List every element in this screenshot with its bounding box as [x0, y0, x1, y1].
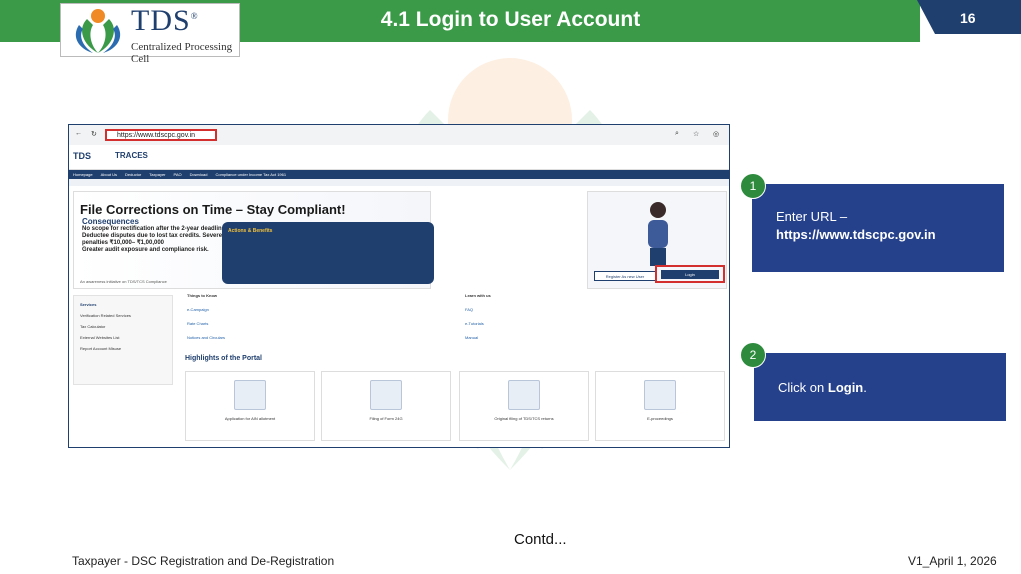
tds-emblem-icon [75, 9, 121, 53]
highlight-card[interactable]: Original filing of TDS/TCS returns [459, 371, 589, 441]
logo-subtitle: Centralized Processing Cell [131, 41, 233, 65]
nav-item[interactable]: Deductor [125, 172, 141, 177]
step-1-callout: Enter URL – https://www.tdscpc.gov.in [752, 184, 1004, 272]
step-2-callout: Click on Login. [754, 353, 1006, 421]
service-item[interactable]: Report Account Misuse [74, 340, 172, 351]
website-screenshot: ← ↻ https://www.tdscpc.gov.in ⌕ ☆ ◎ TDS … [68, 124, 730, 448]
services-panel: Services Verification Related Services T… [73, 295, 173, 385]
learn-link[interactable]: FAQ [465, 307, 491, 312]
step-1-badge: 1 [740, 173, 766, 199]
service-item[interactable]: Tax Calculator [74, 318, 172, 329]
site-header: TDS TRACES [69, 145, 729, 170]
things-link[interactable]: Rate Charts [187, 321, 225, 326]
highlight-card[interactable]: Application for AIN allotment [185, 371, 315, 441]
monitor-icon [644, 380, 676, 410]
services-title: Services [80, 302, 97, 307]
banner-consequences-label: Consequences [82, 217, 139, 226]
form-icon [370, 380, 402, 410]
highlight-label: E-proceedings [647, 416, 673, 421]
highlight-card[interactable]: Filing of Form 24G [321, 371, 451, 441]
profile-icon[interactable]: ◎ [713, 130, 719, 138]
step-2-badge: 2 [740, 342, 766, 368]
logo-wordmark: TDS® [131, 4, 199, 37]
nav-item[interactable]: About Us [101, 172, 117, 177]
site-nav: Homepage About Us Deductor Taxpayer PAO Downl… [69, 170, 729, 179]
actions-benefits-title: Actions & Benefits [228, 228, 273, 234]
nav-item[interactable]: Download [190, 172, 208, 177]
highlight-label: Original filing of TDS/TCS returns [494, 416, 554, 421]
things-to-know: Things to Know e-Campaign Rate Charts No… [187, 293, 225, 349]
highlight-label: Application for AIN allotment [224, 416, 276, 421]
highlights-title: Highlights of the Portal [185, 355, 262, 362]
nav-item[interactable]: Compliance under Income Tax Act 1961 [215, 172, 286, 177]
things-to-know-title: Things to Know [187, 293, 217, 298]
returns-icon [508, 380, 540, 410]
learn-with-us: Learn with us FAQ e-Tutorials Manual [465, 293, 491, 349]
banner-bullet: Greater audit exposure and compliance ri… [82, 247, 209, 253]
nav-item[interactable]: PAO [174, 172, 182, 177]
site-name: TRACES [115, 151, 148, 160]
banner-title: File Corrections on Time – Stay Complian… [80, 202, 346, 217]
tds-logo: TDS® Centralized Processing Cell [60, 3, 240, 65]
login-highlight: Login [655, 265, 725, 283]
news-ticker [69, 179, 729, 186]
star-icon[interactable]: ☆ [693, 130, 699, 138]
things-link[interactable]: e-Campaign [187, 307, 225, 312]
site-logo[interactable]: TDS [73, 151, 91, 161]
contd-label: Contd... [514, 531, 567, 548]
service-item[interactable]: External Websites List [74, 329, 172, 340]
learn-link[interactable]: e-Tutorials [465, 321, 491, 326]
login-button[interactable]: Login [661, 270, 719, 279]
highlight-label: Filing of Form 24G [369, 416, 403, 421]
step-1-text: Enter URL – [776, 209, 848, 224]
highlight-card[interactable]: E-proceedings [595, 371, 725, 441]
step-2-login: Login [827, 380, 864, 395]
person-illustration-icon [648, 202, 668, 266]
back-icon[interactable]: ← [75, 130, 82, 137]
url-input[interactable]: https://www.tdscpc.gov.in [105, 129, 217, 141]
learn-link[interactable]: Manual [465, 335, 491, 340]
document-icon [234, 380, 266, 410]
reload-icon[interactable]: ↻ [91, 130, 97, 138]
service-item[interactable]: Verification Related Services [74, 307, 172, 318]
learn-title: Learn with us [465, 293, 491, 298]
banner-bullet: Deductee disputes due to lost tax credit… [82, 233, 223, 246]
footer-right: V1_April 1, 2026 [908, 554, 997, 568]
page-number: 16 [960, 10, 976, 26]
banner-bullet: No scope for rectification after the 2-y… [82, 226, 227, 232]
nav-item[interactable]: Taxpayer [149, 172, 165, 177]
step-2-suffix: . [863, 380, 867, 395]
zoom-icon[interactable]: ⌕ [675, 130, 679, 138]
campaign-banner[interactable]: File Corrections on Time – Stay Complian… [73, 191, 434, 289]
browser-address-bar: ← ↻ https://www.tdscpc.gov.in ⌕ ☆ ◎ [69, 125, 729, 145]
actions-benefits-box: Actions & Benefits [222, 222, 434, 284]
step-2-text: Click on [778, 380, 825, 395]
register-button[interactable]: Register As new User [594, 271, 656, 281]
step-1-url: https://www.tdscpc.gov.in [776, 227, 936, 242]
footer-left: Taxpayer - DSC Registration and De-Regis… [72, 554, 335, 568]
things-link[interactable]: Notices and Circulars [187, 335, 225, 340]
banner-bullets: No scope for rectification after the 2-y… [82, 226, 232, 254]
banner-footer: An awareness initiative on TDS/TCS Compl… [80, 279, 167, 284]
nav-item[interactable]: Homepage [73, 172, 93, 177]
